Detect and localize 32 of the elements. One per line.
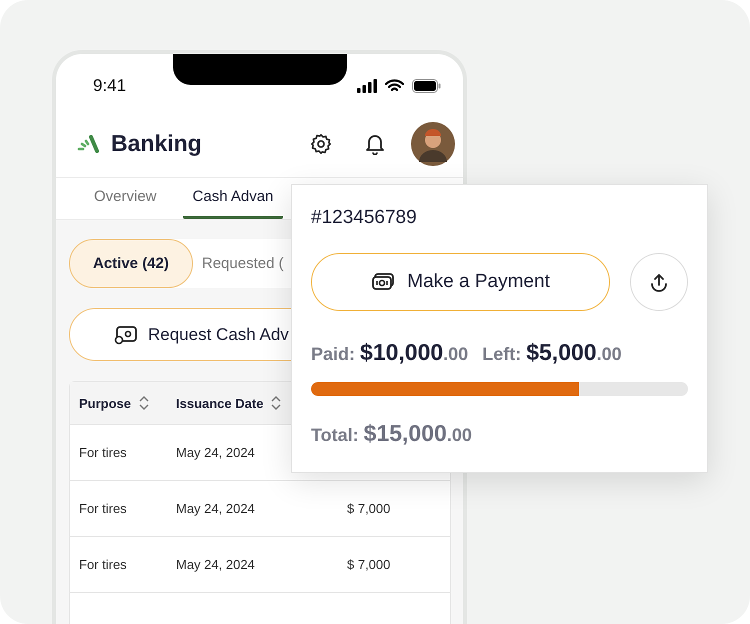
table-cell-text: For tires <box>78 501 128 516</box>
table-cell-text: May 24, 2024 <box>175 445 256 460</box>
avatar[interactable] <box>411 122 455 166</box>
settings-icon <box>310 132 332 155</box>
total-amount: Total: $15,000.00 <box>311 420 472 447</box>
wifi-icon <box>385 79 404 94</box>
paid-amount: Paid: $10,000.00 <box>311 339 468 366</box>
status-time: 9:41 <box>93 76 126 96</box>
table-cell-text: $ 7,000 <box>347 557 392 572</box>
table-cell-text: $ 7,000 <box>347 501 392 516</box>
cash-icon <box>371 272 396 292</box>
battery-icon <box>412 79 441 94</box>
logo-icon <box>77 134 99 153</box>
sort-icon <box>271 396 282 410</box>
table-cell-text: For tires <box>78 557 128 572</box>
table-cell-text: May 24, 2024 <box>175 557 256 572</box>
column-header: Purpose <box>79 396 132 410</box>
signal-icon <box>357 79 377 94</box>
table-cell-text: For tires <box>78 445 128 460</box>
filter-tab[interactable]: Requested ( <box>200 239 285 288</box>
cash-icon <box>114 324 138 344</box>
bell-icon <box>365 132 385 155</box>
tab[interactable]: Overview <box>84 178 167 219</box>
upload-icon <box>649 272 670 292</box>
filter-tab[interactable]: Active (42) <box>69 239 193 288</box>
app-title: Banking <box>111 130 203 158</box>
left-amount: Left: $5,000.00 <box>482 339 622 366</box>
column-header: Issuance Date <box>176 396 264 410</box>
advance-id: #123456789 <box>311 207 418 229</box>
make-payment-button[interactable]: Make a Payment <box>311 253 610 311</box>
table-cell-text: May 24, 2024 <box>175 501 256 516</box>
sort-icon <box>139 396 150 410</box>
